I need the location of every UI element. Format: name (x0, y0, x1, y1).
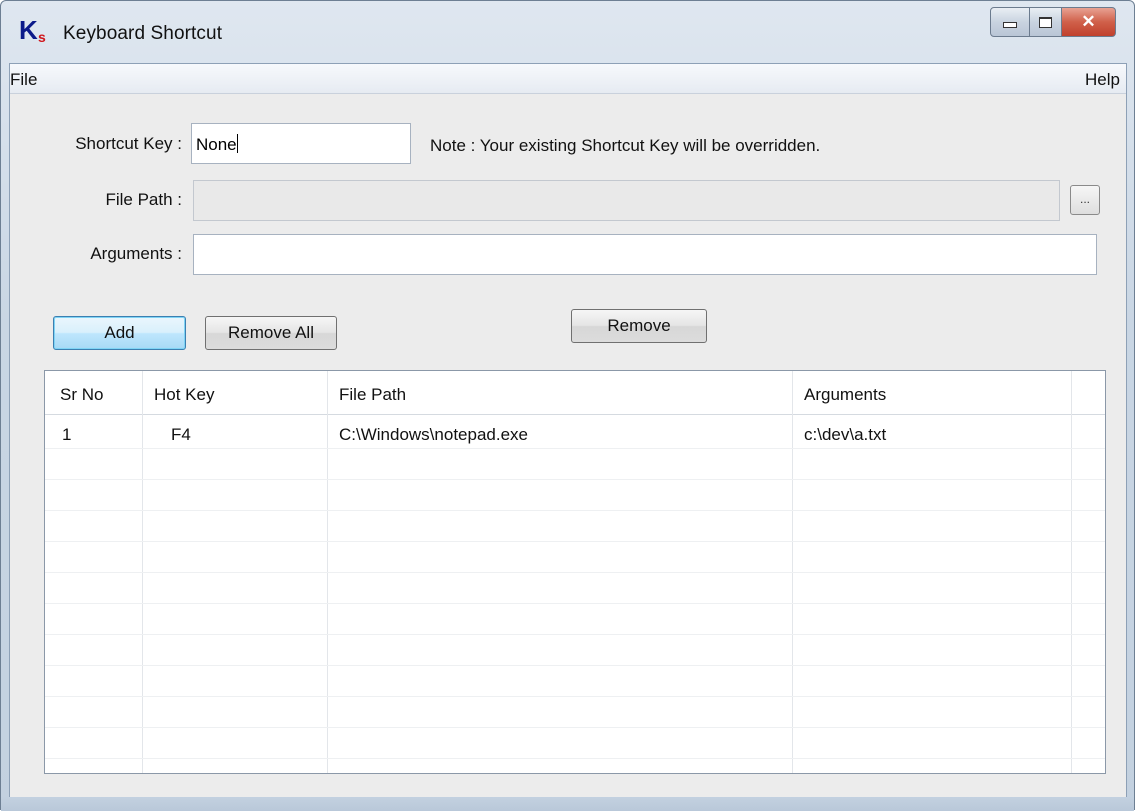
cell-hot-key: F4 (171, 425, 191, 444)
app-logo-subscript: s (38, 29, 46, 45)
row-divider (45, 572, 1105, 573)
table-header: Sr No Hot Key File Path Arguments (45, 371, 1105, 415)
row-divider (45, 727, 1105, 728)
row-divider (45, 665, 1105, 666)
row-divider (45, 603, 1105, 604)
column-header-file-path[interactable]: File Path (339, 385, 406, 405)
file-path-label: File Path : (105, 190, 182, 209)
file-path-field[interactable] (193, 180, 1060, 221)
close-button[interactable]: ✕ (1062, 7, 1116, 37)
caption-buttons: ✕ (990, 7, 1116, 37)
shortcut-key-field[interactable]: None (191, 123, 411, 164)
app-logo-letter: K (19, 15, 38, 45)
shortcut-key-value: None (196, 135, 237, 154)
arguments-field[interactable] (193, 234, 1097, 275)
cell-file-path: C:\Windows\notepad.exe (339, 425, 528, 444)
row-divider (45, 510, 1105, 511)
text-caret (236, 134, 238, 153)
shortcut-key-label: Shortcut Key : (75, 134, 182, 153)
menu-bar: File Help (10, 64, 1126, 94)
row-divider (45, 448, 1105, 449)
app-logo-icon: K s (19, 15, 51, 47)
maximize-button[interactable] (1030, 7, 1062, 37)
row-divider (45, 758, 1105, 759)
row-divider (45, 541, 1105, 542)
column-header-arguments[interactable]: Arguments (804, 385, 886, 405)
window-bottom-frame (1, 797, 1134, 811)
minimize-button[interactable] (990, 7, 1030, 37)
add-button[interactable]: Add (53, 316, 186, 350)
column-header-hot-key[interactable]: Hot Key (154, 385, 214, 405)
row-divider (45, 479, 1105, 480)
menu-help[interactable]: Help (1085, 70, 1120, 90)
client-area: File Help Shortcut Key : None Note : You… (9, 63, 1127, 798)
arguments-label: Arguments : (90, 244, 182, 263)
menu-file[interactable]: File (10, 70, 37, 90)
window-title: Keyboard Shortcut (63, 23, 223, 44)
cell-sr-no: 1 (62, 425, 72, 444)
row-divider (45, 696, 1105, 697)
column-header-sr-no[interactable]: Sr No (60, 385, 103, 405)
shortcut-table[interactable]: Sr No Hot Key File Path Arguments 1 F4 C… (44, 370, 1106, 774)
row-divider (45, 634, 1105, 635)
override-note: Note : Your existing Shortcut Key will b… (430, 136, 821, 155)
app-window: K s Keyboard Shortcut ✕ File Help Shortc… (0, 0, 1135, 811)
title-bar[interactable]: K s Keyboard Shortcut ✕ (1, 1, 1134, 63)
remove-button[interactable]: Remove (571, 309, 707, 343)
close-icon: ✕ (1081, 12, 1096, 31)
maximize-icon (1039, 16, 1052, 28)
remove-all-button[interactable]: Remove All (205, 316, 337, 350)
browse-button[interactable]: ... (1070, 185, 1100, 215)
minimize-icon (1003, 22, 1017, 28)
cell-arguments: c:\dev\a.txt (804, 425, 887, 444)
